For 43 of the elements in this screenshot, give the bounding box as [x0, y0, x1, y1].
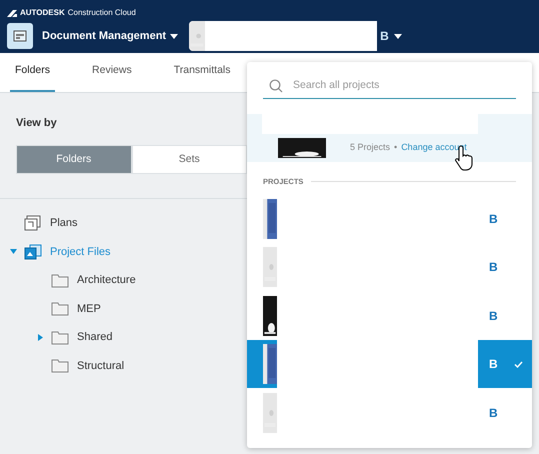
sheet-icon — [24, 215, 42, 232]
folder-icon — [51, 301, 69, 316]
project-row[interactable]: B — [247, 242, 532, 292]
folder-icon — [51, 358, 69, 374]
project-row[interactable]: B — [247, 291, 532, 340]
view-toggle[interactable]: Folders — [16, 145, 132, 174]
documents-icon — [24, 244, 42, 260]
check-icon — [514, 360, 523, 368]
tab[interactable]: Folders — [10, 52, 56, 92]
product-name: Construction Cloud — [68, 7, 136, 19]
project-row[interactable]: B — [247, 340, 532, 388]
project-initial: B — [489, 210, 498, 228]
module-selector[interactable]: Document Management — [42, 28, 178, 44]
module-icon[interactable] — [7, 23, 33, 49]
project-row[interactable]: B — [247, 194, 532, 243]
project-initial: B — [489, 356, 498, 373]
caret-icon — [170, 34, 178, 38]
search-icon — [269, 79, 283, 93]
tree-item[interactable]: Shared — [77, 329, 112, 346]
tree-item[interactable]: Structural — [77, 358, 124, 374]
tab[interactable]: Reviews — [87, 52, 137, 92]
view-toggle[interactable]: Sets — [132, 145, 247, 174]
brand-name: AUTODESK — [20, 7, 65, 19]
project-initial: B — [489, 404, 498, 422]
expander-icon[interactable] — [10, 248, 17, 256]
project-initial: B — [489, 259, 498, 276]
project-row[interactable]: B — [247, 388, 532, 437]
logo-icon — [7, 10, 17, 16]
project-count: 5 Projects — [350, 141, 390, 154]
tree-item[interactable]: Architecture — [77, 272, 136, 288]
search-field[interactable]: Search all projects — [263, 72, 516, 99]
folder-icon — [51, 272, 69, 288]
tree-item[interactable]: Plans — [50, 215, 78, 232]
project-name: B — [380, 28, 389, 45]
expander-icon[interactable] — [37, 334, 44, 341]
project-initial: B — [489, 308, 498, 324]
folder-icon — [51, 330, 69, 345]
project-selector[interactable]: B — [189, 21, 402, 51]
separator-dot: • — [394, 141, 398, 154]
caret-icon — [394, 34, 402, 38]
view-by-label: View by — [16, 116, 57, 131]
tab[interactable]: Transmittals — [168, 52, 236, 92]
tree-item[interactable]: MEP — [77, 300, 101, 317]
